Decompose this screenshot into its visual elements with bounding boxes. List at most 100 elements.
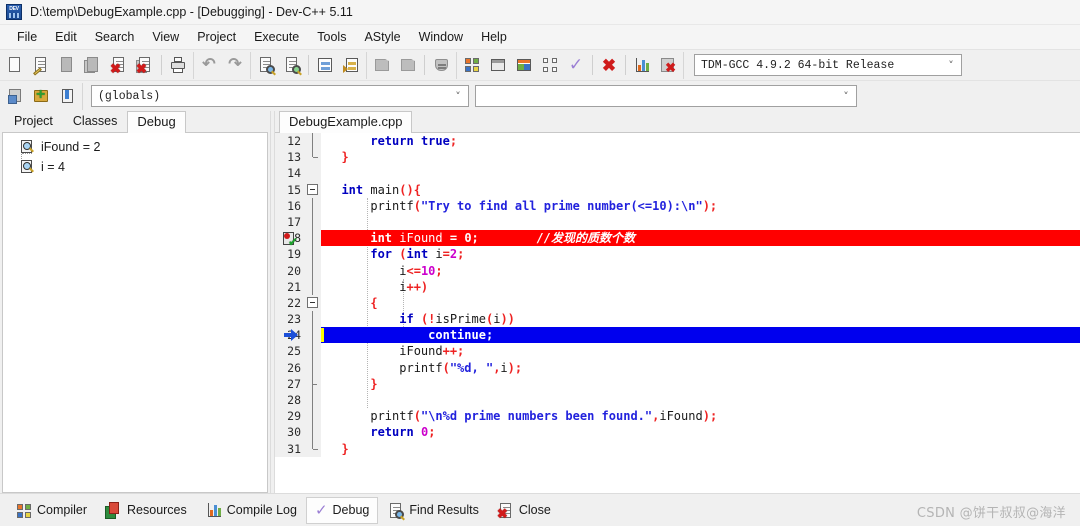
code-text[interactable] [321,165,1080,181]
menu-help[interactable]: Help [472,28,516,46]
code-line[interactable]: 12 return true; [275,133,1080,150]
bottom-tab-compile-log[interactable]: Compile Log [196,497,306,524]
add-to-project-icon[interactable] [28,84,54,109]
code-text[interactable] [321,392,1080,408]
fold-column[interactable] [305,327,321,344]
rebuild-all-icon[interactable] [537,53,563,78]
fold-column[interactable] [305,230,321,247]
code-text[interactable]: continue; [321,327,1080,344]
chevron-down-icon[interactable]: ˅ [941,59,961,72]
code-line[interactable]: 22 { [275,294,1080,312]
code-text[interactable]: printf("Try to find all prime number(<=1… [321,198,1080,214]
compile-icon[interactable] [459,53,485,78]
bottom-tab-resources[interactable]: Resources [96,497,196,524]
code-text[interactable]: } [321,376,1080,392]
tab-debugexample-cpp[interactable]: DebugExample.cpp [279,111,413,133]
member-combo[interactable]: ˅ [475,85,857,107]
toggle-bookmark-icon[interactable] [428,53,454,78]
tab-debug[interactable]: Debug [127,111,186,133]
tab-classes[interactable]: Classes [62,111,128,132]
menu-file[interactable]: File [8,28,46,46]
print-icon[interactable] [165,53,191,78]
fold-column[interactable] [305,197,321,214]
prev-bookmark-icon[interactable] [369,53,395,78]
watch-variables-panel[interactable]: iFound = 2 i = 4 [2,132,268,493]
code-text[interactable] [321,214,1080,230]
fold-column[interactable] [305,181,321,198]
code-text[interactable]: printf("%d, ",i); [321,360,1080,376]
run-icon[interactable] [485,53,511,78]
code-text[interactable]: { [321,295,1080,311]
list-item[interactable]: i = 4 [3,157,267,177]
code-text[interactable]: int iFound = 0; //发现的质数个数 [321,230,1080,247]
code-text[interactable]: return 0; [321,424,1080,440]
chevron-down-icon[interactable]: ˅ [448,90,468,103]
code-line[interactable]: 21 i++) [275,278,1080,295]
code-line[interactable]: 14 [275,165,1080,182]
fold-column[interactable] [305,424,321,441]
fold-column[interactable] [305,149,321,166]
code-line[interactable]: 17 [275,213,1080,231]
code-text[interactable]: } [321,149,1080,165]
new-file-icon[interactable] [2,53,28,78]
new-project-icon[interactable] [2,84,28,109]
fold-column[interactable] [305,359,321,376]
fold-column[interactable] [305,133,321,150]
find-icon[interactable] [253,53,279,78]
list-item[interactable]: iFound = 2 [3,137,267,157]
code-line[interactable]: 19 for (int i=2; [275,246,1080,263]
bottom-tab-compiler[interactable]: Compiler [6,497,96,524]
fold-column[interactable] [305,165,321,182]
fold-column[interactable] [305,375,321,392]
code-text[interactable]: return true; [321,133,1080,149]
code-line[interactable]: 29 printf("\n%d prime numbers been found… [275,408,1080,425]
fold-column[interactable] [305,262,321,279]
fold-column[interactable] [305,392,321,409]
code-line[interactable]: 24 continue; [275,327,1080,344]
undo-icon[interactable]: ↶ [196,53,222,78]
close-all-icon[interactable]: ✖ [132,53,158,78]
menu-project[interactable]: Project [188,28,245,46]
menu-search[interactable]: Search [86,28,144,46]
code-text[interactable]: for (int i=2; [321,246,1080,262]
fold-column[interactable] [305,343,321,360]
menu-execute[interactable]: Execute [245,28,308,46]
redo-icon[interactable]: ↷ [222,53,248,78]
code-line[interactable]: 26 printf("%d, ",i); [275,359,1080,376]
scope-combo[interactable]: (globals) ˅ [91,85,469,107]
breakpoint-active-icon[interactable]: ✔ [283,231,298,248]
remove-from-project-icon[interactable] [54,84,80,109]
bottom-tab-find-results[interactable]: Find Results [378,497,487,524]
open-file-icon[interactable] [28,53,54,78]
menu-tools[interactable]: Tools [308,28,355,46]
chevron-down-icon[interactable]: ˅ [836,90,856,103]
code-text[interactable]: int main(){ [321,182,1080,198]
code-text[interactable]: if (!isPrime(i)) [321,311,1080,327]
syntax-check-icon[interactable]: ✓ [563,53,589,78]
code-text[interactable]: i++) [321,279,1080,295]
menu-window[interactable]: Window [410,28,472,46]
delete-profile-icon[interactable] [655,53,681,78]
code-text[interactable]: printf("\n%d prime numbers been found.",… [321,408,1080,424]
bottom-tab-debug[interactable]: ✓ Debug [305,496,379,524]
code-line[interactable]: 27 } [275,375,1080,392]
code-text[interactable]: i<=10; [321,263,1080,279]
stop-execution-icon[interactable]: ✖ [596,53,622,78]
code-line[interactable]: 31 } [275,440,1080,457]
code-line[interactable]: 16 printf("Try to find all prime number(… [275,197,1080,214]
close-file-icon[interactable]: ✖ [106,53,132,78]
code-line[interactable]: 20 i<=10; [275,262,1080,279]
next-bookmark-icon[interactable] [395,53,421,78]
replace-icon[interactable] [279,53,305,78]
goto-function-icon[interactable] [312,53,338,78]
profile-icon[interactable] [629,53,655,78]
fold-column[interactable] [305,278,321,295]
code-line[interactable]: 28 [275,392,1080,409]
code-line[interactable]: 25 iFound++; [275,343,1080,360]
tab-project[interactable]: Project [4,111,63,132]
code-text[interactable]: iFound++; [321,343,1080,359]
code-line[interactable]: 23 if (!isPrime(i)) [275,311,1080,328]
menu-view[interactable]: View [143,28,188,46]
fold-column[interactable] [305,246,321,263]
bottom-tab-close[interactable]: ✖ Close [488,497,560,524]
